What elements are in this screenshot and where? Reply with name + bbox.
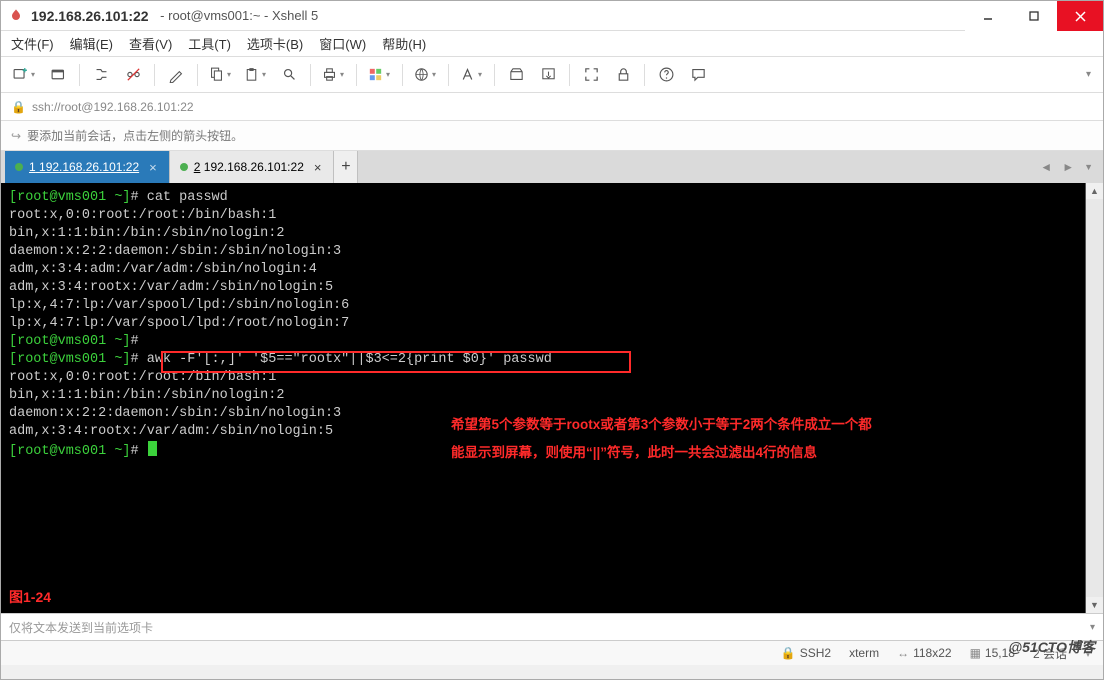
terminal[interactable]: [root@vms001 ~]# cat passwd root:x,0:0:r…	[1, 183, 1085, 613]
encoding-button[interactable]: ▾	[410, 61, 441, 89]
xftp-button[interactable]	[502, 61, 530, 89]
size-icon: ↔	[897, 646, 909, 660]
hint-strip: ↪ 要添加当前会话，点击左侧的箭头按钮。	[1, 121, 1103, 151]
color-scheme-button[interactable]: ▾	[364, 61, 395, 89]
menu-help[interactable]: 帮助(H)	[382, 34, 426, 53]
address-text: ssh://root@192.168.26.101:22	[32, 100, 194, 114]
new-file-transfer-button[interactable]	[534, 61, 562, 89]
toolbar-overflow[interactable]: ▾	[1086, 69, 1095, 80]
terminal-scrollbar[interactable]: ▲ ▼	[1085, 183, 1103, 613]
send-input-placeholder: 仅将文本发送到当前选项卡	[9, 619, 153, 636]
terminal-area: [root@vms001 ~]# cat passwd root:x,0:0:r…	[1, 183, 1103, 613]
toolbar: ▾ ▾ ▾ ▾ ▾ ▾ ▾ ▾	[1, 57, 1103, 93]
tab-scroll-left-icon[interactable]: ◄	[1040, 160, 1052, 174]
tab-label: 1 192.168.26.101:22	[29, 160, 139, 174]
status-dot-icon	[15, 163, 23, 171]
lock-icon: 🔒	[781, 646, 796, 660]
menu-file[interactable]: 文件(F)	[11, 34, 54, 53]
tab-close-icon[interactable]: ×	[149, 160, 157, 175]
properties-button[interactable]	[162, 61, 190, 89]
hint-text: 要添加当前会话，点击左侧的箭头按钮。	[27, 127, 243, 144]
app-icon	[7, 7, 25, 25]
status-dot-icon	[180, 163, 188, 171]
menu-tab[interactable]: 选项卡(B)	[247, 34, 303, 53]
title-bar: 192.168.26.101:22 - root@vms001:~ - Xshe…	[1, 1, 1103, 31]
print-button[interactable]: ▾	[318, 61, 349, 89]
status-sessions: 2 会话	[1033, 645, 1067, 662]
add-session-arrow-icon[interactable]: ↪	[11, 129, 21, 143]
tab-nav-controls: ◄ ► ▼	[1040, 151, 1103, 183]
tab-scroll-right-icon[interactable]: ►	[1062, 160, 1074, 174]
status-size: ↔118x22	[897, 646, 951, 660]
annotation-text: 希望第5个参数等于rootx或者第3个参数小于等于2两个条件成立一个都 能显示到…	[451, 411, 872, 467]
menu-window[interactable]: 窗口(W)	[319, 34, 366, 53]
font-button[interactable]: ▾	[456, 61, 487, 89]
scroll-down-icon[interactable]: ▼	[1086, 597, 1103, 613]
scroll-up-icon[interactable]: ▲	[1086, 183, 1103, 199]
window-title-suffix: - root@vms001:~ - Xshell 5	[157, 8, 319, 23]
fullscreen-button[interactable]	[577, 61, 605, 89]
status-overflow-icon[interactable]: ▾	[1085, 646, 1091, 660]
paste-button[interactable]: ▾	[240, 61, 271, 89]
disconnect-button[interactable]	[119, 61, 147, 89]
menu-view[interactable]: 查看(V)	[129, 34, 172, 53]
menu-bar: 文件(F) 编辑(E) 查看(V) 工具(T) 选项卡(B) 窗口(W) 帮助(…	[1, 31, 1103, 57]
find-button[interactable]	[275, 61, 303, 89]
window-title-address: 192.168.26.101:22	[31, 8, 149, 24]
figure-label: 图1-24	[9, 587, 51, 607]
feedback-button[interactable]	[684, 61, 712, 89]
session-tab-2[interactable]: 2 192.168.26.101:22 ×	[170, 151, 335, 183]
status-protocol: 🔒SSH2	[781, 646, 831, 660]
tab-close-icon[interactable]: ×	[314, 160, 322, 175]
maximize-button[interactable]	[1011, 1, 1057, 31]
copy-button[interactable]: ▾	[205, 61, 236, 89]
add-tab-button[interactable]: +	[334, 151, 358, 183]
send-input-row[interactable]: 仅将文本发送到当前选项卡 ▾	[1, 613, 1103, 641]
new-session-button[interactable]: ▾	[9, 61, 40, 89]
grid-icon: ▦	[970, 646, 981, 660]
close-button[interactable]	[1057, 1, 1103, 31]
tab-label: 2 192.168.26.101:22	[194, 160, 304, 174]
menu-tools[interactable]: 工具(T)	[188, 34, 231, 53]
status-cursor: ▦15,18	[970, 646, 1015, 660]
minimize-button[interactable]	[965, 1, 1011, 31]
help-button[interactable]	[652, 61, 680, 89]
open-button[interactable]	[44, 61, 72, 89]
session-tab-bar: 1 192.168.26.101:22 × 2 192.168.26.101:2…	[1, 151, 1103, 183]
lock-icon: 🔒	[11, 100, 26, 114]
address-bar[interactable]: 🔒 ssh://root@192.168.26.101:22	[1, 93, 1103, 121]
send-input-dropdown-icon[interactable]: ▾	[1090, 622, 1095, 633]
lock-button[interactable]	[609, 61, 637, 89]
session-tab-1[interactable]: 1 192.168.26.101:22 ×	[5, 151, 170, 183]
menu-edit[interactable]: 编辑(E)	[70, 34, 113, 53]
tab-overflow-icon[interactable]: ▼	[1084, 162, 1093, 172]
reconnect-button[interactable]	[87, 61, 115, 89]
status-bar: 🔒SSH2 xterm ↔118x22 ▦15,18 2 会话 ▾	[1, 641, 1103, 665]
status-term-type: xterm	[849, 646, 879, 660]
